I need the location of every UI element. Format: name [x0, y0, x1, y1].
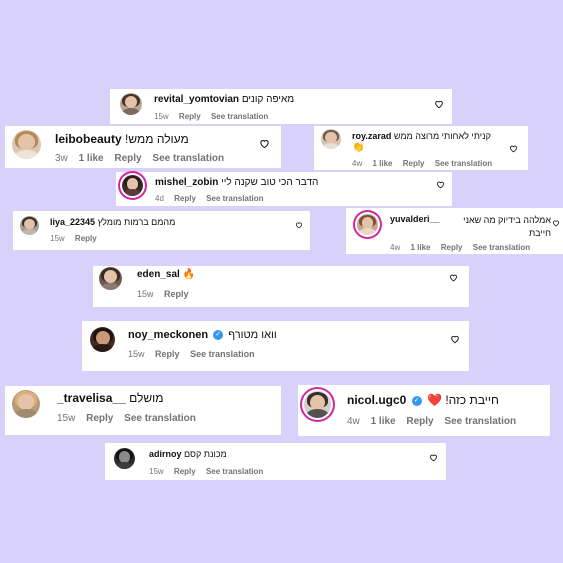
avatar[interactable]: [122, 175, 143, 196]
heart-icon[interactable]: [450, 334, 460, 344]
username[interactable]: noy_meckonen: [128, 329, 208, 341]
comment-text: מושלם: [129, 391, 164, 405]
comment-card: noy_meckonen ✓ וואו מטורף 15w Reply See …: [82, 321, 469, 371]
comment-text: מאיפה קונים: [241, 94, 295, 105]
comment-time: 4w: [352, 159, 363, 168]
avatar[interactable]: [114, 448, 135, 469]
reply-button[interactable]: Reply: [164, 289, 189, 299]
comment-text: חייבת כזה!: [445, 393, 499, 407]
like-count[interactable]: 1 like: [410, 243, 430, 252]
see-translation-link[interactable]: See translation: [435, 159, 492, 168]
verified-badge-icon: ✓: [213, 330, 224, 341]
username[interactable]: nicol.ugc0: [347, 393, 406, 407]
see-translation-link[interactable]: See translation: [473, 243, 530, 252]
comment-text: מכונת קסם: [184, 449, 227, 459]
username[interactable]: mishel_zobin: [155, 177, 218, 188]
comment-text: וואו מטורף: [228, 329, 277, 341]
heart-icon[interactable]: [434, 99, 444, 109]
reply-button[interactable]: Reply: [406, 416, 433, 427]
avatar[interactable]: [304, 391, 331, 418]
avatar[interactable]: [357, 214, 378, 235]
comment-card: roy.zarad קניתי לאחותי מרוצה ממש 👏 4w 1 …: [314, 126, 528, 170]
see-translation-link[interactable]: See translation: [190, 349, 255, 359]
heart-icon[interactable]: [449, 273, 458, 282]
reply-button[interactable]: Reply: [174, 194, 196, 203]
avatar[interactable]: [12, 130, 41, 159]
username[interactable]: yuvalderi__: [390, 214, 440, 224]
comment-card: eden_sal 🔥 15w Reply: [93, 266, 469, 307]
heart-icon[interactable]: [509, 144, 518, 153]
reply-button[interactable]: Reply: [179, 112, 201, 121]
reply-button[interactable]: Reply: [441, 243, 463, 252]
comment-text: אמלהה בידיוק מה שאני חייבת: [463, 215, 551, 238]
see-translation-link[interactable]: See translation: [124, 413, 196, 424]
comment-card: revital_yomtovian מאיפה קונים 15w Reply …: [110, 89, 452, 124]
heart-icon[interactable]: [259, 138, 270, 149]
comment-card: _travelisa__ מושלם 15w Reply See transla…: [5, 386, 281, 435]
avatar[interactable]: [20, 216, 39, 235]
comment-text: הדבר הכי טוב שקנה ליי: [221, 177, 319, 188]
username[interactable]: revital_yomtovian: [154, 94, 239, 105]
reply-button[interactable]: Reply: [155, 349, 180, 359]
comment-time: 15w: [57, 413, 76, 424]
heart-emoji: ❤️: [427, 393, 442, 407]
reply-button[interactable]: Reply: [75, 234, 97, 243]
fire-emoji: 🔥: [182, 269, 196, 280]
comment-time: 4w: [390, 243, 401, 252]
like-count[interactable]: 1 like: [79, 153, 104, 164]
see-translation-link[interactable]: See translation: [211, 112, 268, 121]
heart-icon[interactable]: [552, 219, 560, 227]
see-translation-link[interactable]: See translation: [152, 153, 224, 164]
verified-badge-icon: ✓: [411, 395, 422, 406]
comment-time: 15w: [149, 467, 164, 476]
reply-button[interactable]: Reply: [403, 159, 425, 168]
comment-text: מעולה ממש!: [125, 132, 189, 146]
username[interactable]: eden_sal: [137, 269, 180, 280]
comment-time: 4d: [155, 194, 164, 203]
comment-card: yuvalderi__ אמלהה בידיוק מה שאני חייבת 4…: [346, 208, 563, 254]
reply-button[interactable]: Reply: [86, 413, 113, 424]
comment-time: 4w: [347, 416, 360, 427]
see-translation-link[interactable]: See translation: [444, 416, 516, 427]
comment-time: 15w: [50, 234, 65, 243]
avatar[interactable]: [99, 267, 122, 290]
see-translation-link[interactable]: See translation: [206, 194, 263, 203]
comment-card: mishel_zobin הדבר הכי טוב שקנה ליי 4d Re…: [116, 172, 452, 206]
comment-time: 3w: [55, 153, 68, 164]
see-translation-link[interactable]: See translation: [206, 467, 263, 476]
comment-text: מהמם ברמות מומלץ: [97, 217, 176, 227]
clap-emoji: 👏: [352, 142, 365, 153]
comment-card: leibobeauty מעולה ממש! 3w 1 like Reply S…: [5, 126, 281, 168]
username[interactable]: liya_22345: [50, 217, 95, 227]
comment-card: nicol.ugc0 ✓ ❤️ חייבת כזה! 4w 1 like Rep…: [298, 385, 550, 436]
avatar[interactable]: [321, 129, 341, 149]
heart-icon[interactable]: [429, 453, 438, 462]
username[interactable]: _travelisa__: [57, 391, 126, 405]
avatar[interactable]: [90, 327, 115, 352]
heart-icon[interactable]: [295, 221, 303, 229]
comment-time: 15w: [137, 289, 154, 299]
username[interactable]: roy.zarad: [352, 131, 391, 141]
like-count[interactable]: 1 like: [371, 416, 396, 427]
like-count[interactable]: 1 like: [372, 159, 392, 168]
comment-card: liya_22345 מהמם ברמות מומלץ 15w Reply: [13, 211, 310, 250]
avatar[interactable]: [12, 390, 40, 418]
comment-text: קניתי לאחותי מרוצה ממש: [393, 131, 491, 141]
comment-card: adirnoy מכונת קסם 15w Reply See translat…: [105, 443, 446, 480]
comment-time: 15w: [128, 349, 145, 359]
comment-time: 15w: [154, 112, 169, 121]
username[interactable]: adirnoy: [149, 449, 182, 459]
heart-icon[interactable]: [436, 180, 445, 189]
reply-button[interactable]: Reply: [174, 467, 196, 476]
avatar[interactable]: [120, 93, 142, 115]
username[interactable]: leibobeauty: [55, 132, 122, 146]
reply-button[interactable]: Reply: [114, 153, 141, 164]
